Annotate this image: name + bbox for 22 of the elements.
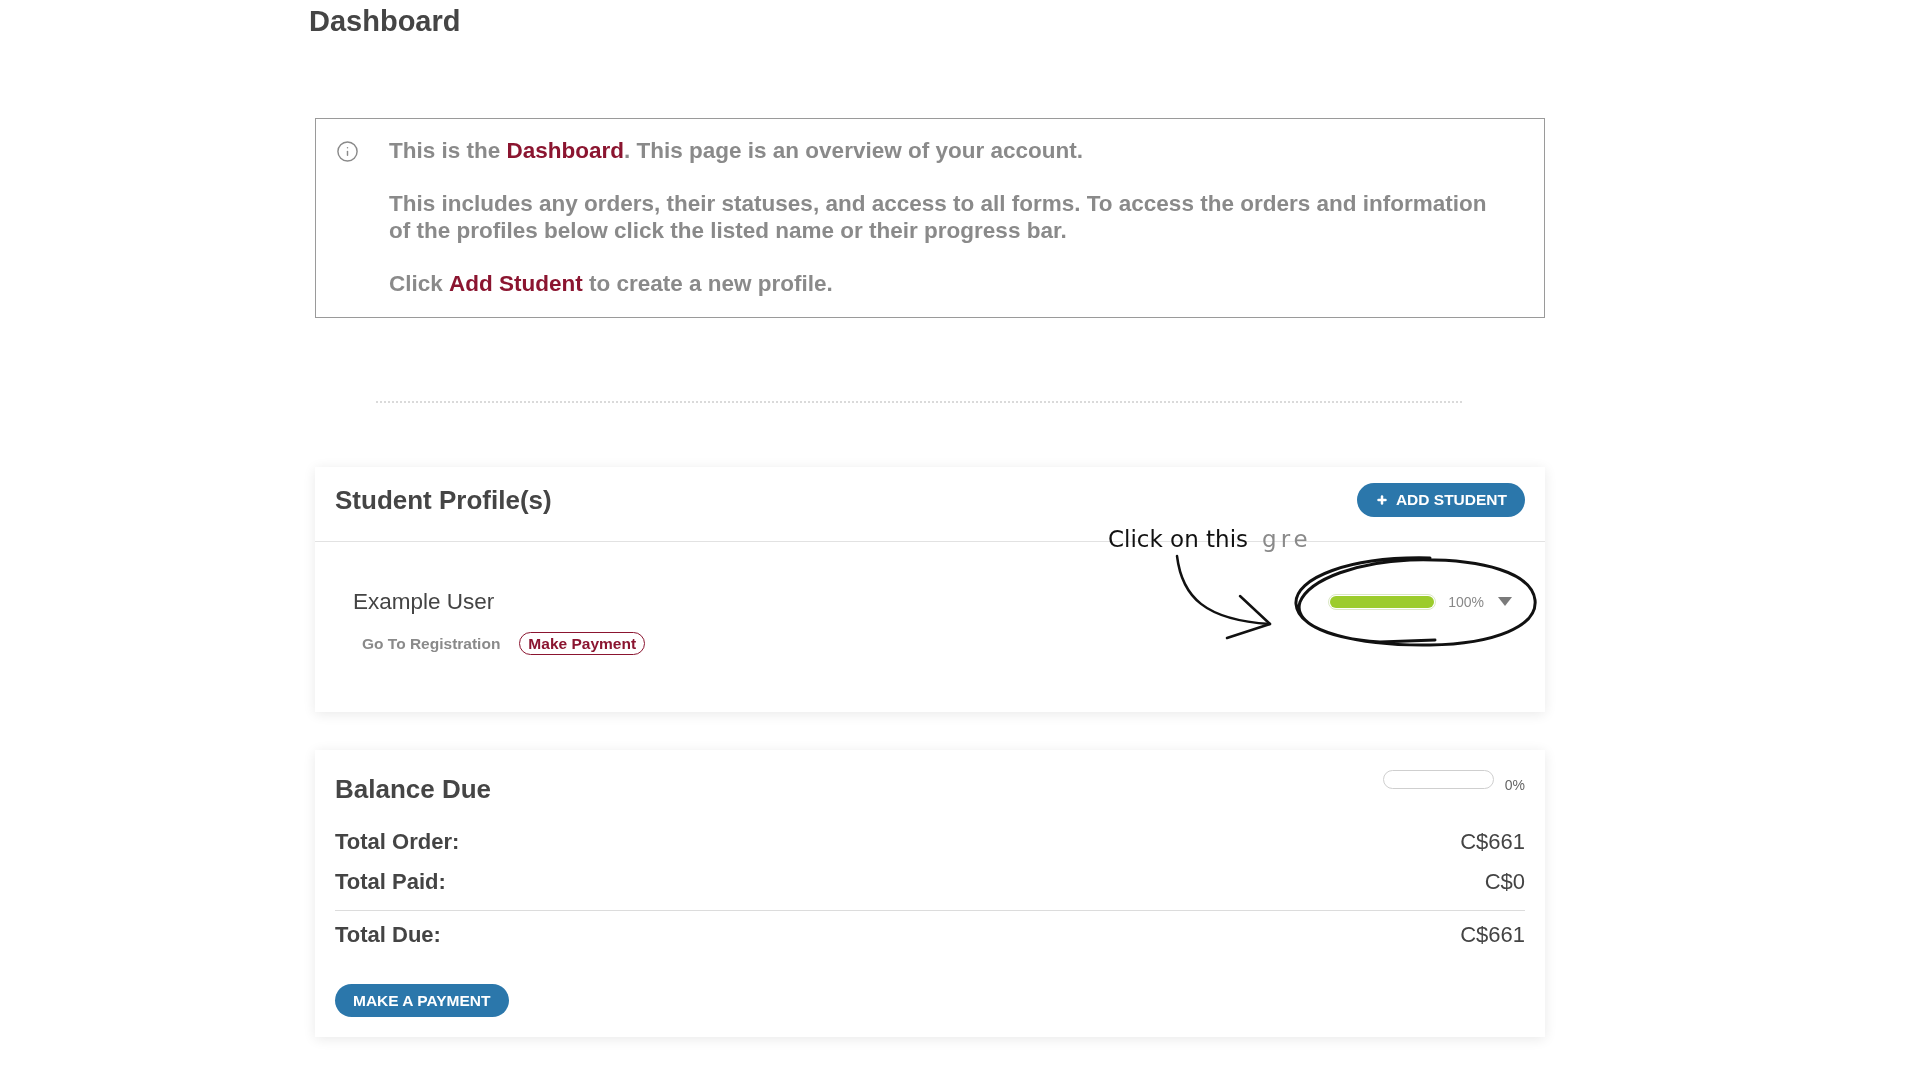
info-icon xyxy=(336,140,359,163)
row-value: C$661 xyxy=(1460,829,1525,855)
handwritten-note: Click on this gre xyxy=(1108,525,1312,553)
row-label: Total Order: xyxy=(335,829,460,855)
info-text: This includes any orders, their statuses, and access to all forms. To access the orders and information of the profiles below click the listed name or their progress bar. xyxy=(389,190,1488,244)
info-text: This is the Dashboard. This page is an overview of your account. xyxy=(389,137,1084,164)
progress-percent: 100% xyxy=(1448,593,1484,610)
row-label: Total Paid: xyxy=(335,869,446,895)
student-name-link[interactable]: Example User xyxy=(353,588,495,615)
card-title: Balance Due xyxy=(335,774,492,804)
row-label: Total Due: xyxy=(335,922,441,948)
card-title: Student Profile(s) xyxy=(335,484,552,515)
make-payment-button[interactable]: MAKE A PAYMENT xyxy=(335,984,509,1017)
text-link[interactable]: Go To Registration xyxy=(362,633,501,654)
info-text: Click Add Student to create a new profile. xyxy=(389,270,834,297)
progress-percent: 0% xyxy=(1504,777,1525,793)
add-student-button[interactable]: ADD STUDENT xyxy=(1356,482,1525,517)
page-title: Dashboard xyxy=(309,4,461,38)
plus-icon xyxy=(1375,493,1388,506)
row-value: C$661 xyxy=(1460,922,1525,948)
row-value: C$0 xyxy=(1484,869,1525,895)
caret-icon[interactable] xyxy=(1498,597,1512,606)
